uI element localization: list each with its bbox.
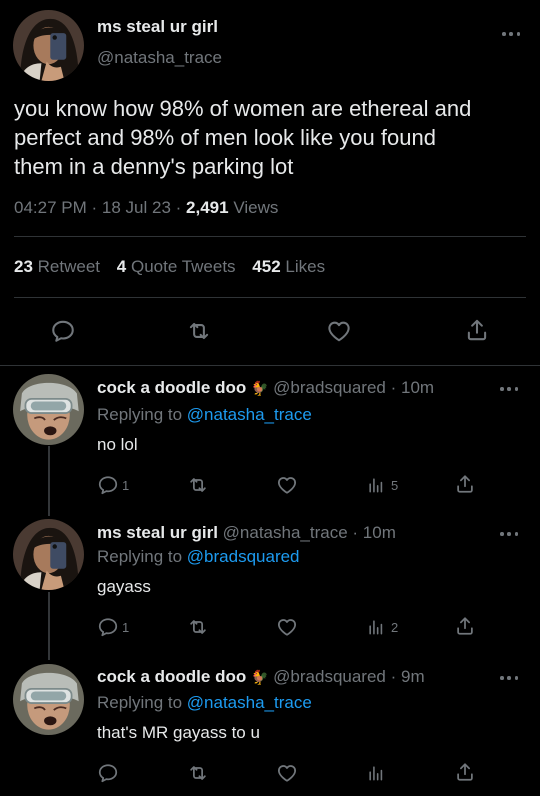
reply-display-name[interactable]: ms steal ur girl (97, 523, 218, 542)
views-icon (366, 616, 386, 638)
reply-icon[interactable] (97, 616, 119, 638)
likes-count: 452 (252, 257, 281, 276)
reply-header: ms steal ur girl @natasha_trace · 10m (97, 523, 396, 543)
replying-to: Replying to @natasha_trace (97, 405, 312, 425)
meta-separator: · (175, 198, 182, 217)
views-icon (366, 762, 386, 784)
reply-display-name[interactable]: cock a doodle doo (97, 378, 246, 397)
main-tweet-text-line: perfect and 98% of men look like you fou… (14, 125, 436, 150)
main-tweet-meta: 04:27 PM · 18 Jul 23 · 2,491 Views (14, 198, 278, 218)
more-icon[interactable] (500, 675, 518, 681)
quotes-count: 4 (116, 257, 127, 276)
views-count: 2 (391, 619, 399, 635)
share-icon[interactable] (464, 317, 490, 343)
main-tweet-handle[interactable]: @natasha_trace (97, 48, 222, 68)
reply-header: cock a doodle doo 🐓 @bradsquared · 9m (97, 667, 425, 687)
more-icon[interactable] (500, 531, 518, 537)
reply-tweet[interactable]: ms steal ur girl @natasha_trace · 10m Re… (0, 512, 540, 656)
divider (14, 236, 526, 237)
tweet-time[interactable]: 04:27 PM (14, 198, 87, 217)
reply-count: 1 (122, 477, 130, 493)
reply-handle[interactable]: @bradsquared (273, 378, 386, 397)
replying-to: Replying to @natasha_trace (97, 693, 312, 713)
main-tweet-text: you know how 98% of women are ethereal a… (14, 94, 471, 181)
views-count: 5 (391, 477, 399, 493)
reply-display-name[interactable]: cock a doodle doo (97, 667, 246, 686)
reply-time[interactable]: · 10m (352, 523, 395, 542)
reply-tweet[interactable]: cock a doodle doo 🐓 @bradsquared · 10m R… (0, 366, 540, 510)
replying-to-label: Replying to (97, 693, 183, 712)
main-tweet-display-name[interactable]: ms steal ur girl (97, 17, 218, 37)
divider (14, 297, 526, 298)
quotes-label: Quote Tweets (130, 257, 236, 276)
likes-label: Likes (285, 257, 326, 276)
views-action[interactable] (366, 762, 391, 784)
reply-time[interactable]: · 10m (391, 378, 434, 397)
replying-to: Replying to @bradsquared (97, 547, 300, 567)
replying-to-label: Replying to (97, 547, 183, 566)
retweets-stat[interactable]: 23 Retweet (14, 257, 100, 276)
reply-count: 1 (122, 619, 130, 635)
reply-icon[interactable] (50, 318, 76, 344)
reply-tweet[interactable]: cock a doodle doo 🐓 @bradsquared · 9m Re… (0, 656, 540, 796)
reply-icon[interactable] (97, 474, 119, 496)
quotes-stat[interactable]: 4 Quote Tweets (117, 257, 236, 276)
retweet-icon[interactable] (186, 318, 212, 344)
share-icon[interactable] (454, 473, 476, 495)
main-tweet-text-line: them in a denny's parking lot (14, 154, 294, 179)
reply-text: no lol (97, 435, 138, 454)
reply-handle[interactable]: @natasha_trace (223, 523, 348, 542)
views-label: Views (233, 198, 279, 217)
reply-time[interactable]: · 9m (391, 667, 425, 686)
more-icon[interactable] (500, 386, 518, 392)
reply-text: gayass (97, 577, 151, 596)
retweets-count: 23 (14, 257, 33, 276)
like-icon[interactable] (276, 762, 298, 784)
like-icon[interactable] (276, 474, 298, 496)
like-icon[interactable] (276, 616, 298, 638)
retweet-icon[interactable] (187, 762, 209, 784)
more-icon[interactable] (502, 31, 520, 37)
main-tweet-avatar[interactable] (13, 10, 84, 81)
rooster-emoji: 🐓 (250, 380, 269, 396)
replying-to-handle[interactable]: @natasha_trace (187, 405, 312, 424)
replying-to-label: Replying to (97, 405, 183, 424)
views-count: 2,491 (186, 198, 229, 217)
replying-to-handle[interactable]: @natasha_trace (187, 693, 312, 712)
share-icon[interactable] (454, 615, 476, 637)
reply-avatar[interactable] (13, 519, 84, 590)
views-action[interactable]: 2 (366, 616, 398, 638)
meta-separator: · (91, 198, 98, 217)
reply-avatar[interactable] (13, 664, 84, 735)
reply-action[interactable]: 1 (97, 616, 129, 638)
retweets-label: Retweet (37, 257, 101, 276)
main-tweet-text-line: you know how 98% of women are ethereal a… (14, 96, 472, 121)
reply-action[interactable]: 1 (97, 474, 129, 496)
like-icon[interactable] (326, 318, 352, 344)
likes-stat[interactable]: 452 Likes (252, 257, 325, 276)
retweet-icon[interactable] (187, 616, 209, 638)
reply-text: that's MR gayass to u (97, 723, 260, 742)
views-action[interactable]: 5 (366, 474, 398, 496)
rooster-emoji: 🐓 (250, 669, 269, 685)
views-icon (366, 474, 386, 496)
reply-avatar[interactable] (13, 374, 84, 445)
reply-action[interactable] (97, 762, 122, 784)
replying-to-handle[interactable]: @bradsquared (187, 547, 300, 566)
reply-handle[interactable]: @bradsquared (273, 667, 386, 686)
retweet-icon[interactable] (187, 474, 209, 496)
tweet-date[interactable]: 18 Jul 23 (102, 198, 171, 217)
reply-header: cock a doodle doo 🐓 @bradsquared · 10m (97, 378, 434, 398)
reply-icon[interactable] (97, 762, 119, 784)
share-icon[interactable] (454, 761, 476, 783)
engagement-stats: 23 Retweet 4 Quote Tweets 452 Likes (14, 257, 325, 277)
